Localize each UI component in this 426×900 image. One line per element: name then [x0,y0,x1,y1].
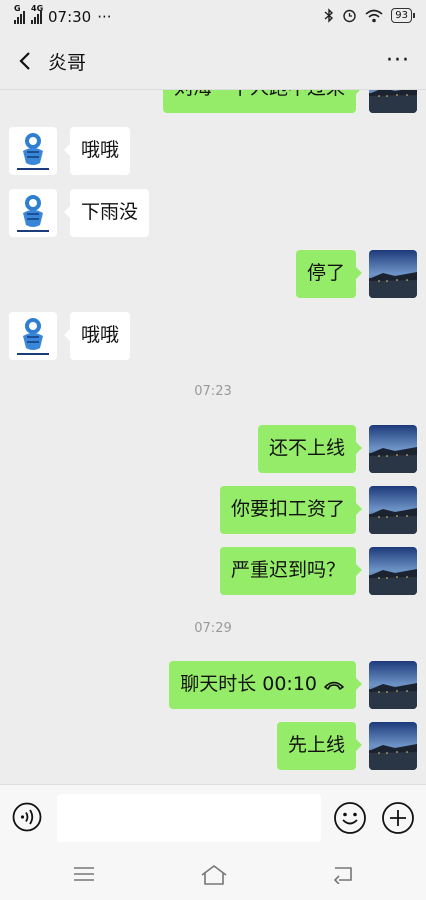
message-row: 严重迟到吗？ [0,547,426,595]
system-nav-bar [0,852,426,900]
signal-4g-icon: 4G [31,4,43,24]
battery-icon: 93 [391,8,415,23]
input-bar [0,784,426,853]
more-options-icon[interactable]: ··· [386,48,410,73]
voice-input-icon[interactable] [12,802,42,832]
message-bubble-sent[interactable]: 还不上线 [257,425,363,473]
self-avatar[interactable] [369,250,417,298]
message-bubble-received[interactable]: 哦哦 [63,312,131,360]
message-bubble-sent[interactable]: 你要扣工资了 [219,486,363,534]
page-title: 炎哥 [48,52,87,74]
call-duration-text: 聊天时长 00:10 [180,673,317,695]
message-row: 你要扣工资了 [0,486,426,534]
message-input[interactable] [57,794,321,842]
message-row: 聊天时长 00:10 [0,661,426,709]
chat-messages[interactable]: 刘海一下人跑不过来 哦哦 下雨没 停了 哦哦 07:23 还不上线 [0,90,426,784]
call-duration-bubble[interactable]: 聊天时长 00:10 [169,661,362,709]
message-bubble-received[interactable]: 哦哦 [63,127,131,175]
message-bubble-received[interactable]: 下雨没 [63,189,150,237]
contact-avatar[interactable] [9,127,57,175]
wifi-icon [365,9,383,22]
timestamp: 07:29 [194,621,232,636]
contact-avatar[interactable] [9,312,57,360]
signal-icon: G [14,4,25,24]
self-avatar[interactable] [369,722,417,770]
message-row: 哦哦 [0,127,426,175]
self-avatar[interactable] [369,425,417,473]
self-avatar[interactable] [369,547,417,595]
message-row: 先上线 [0,722,426,770]
timestamp: 07:23 [194,384,232,399]
message-bubble-sent[interactable]: 严重迟到吗？ [219,547,363,595]
home-icon[interactable] [200,864,228,886]
phone-hangup-icon [324,681,344,690]
chat-header: 炎哥 ··· [0,34,426,90]
message-bubble-sent[interactable]: 停了 [295,250,363,298]
emoji-icon[interactable] [333,801,367,835]
bluetooth-icon [324,8,334,23]
self-avatar[interactable] [369,486,417,534]
message-row: 停了 [0,250,426,298]
self-avatar[interactable] [369,90,417,113]
message-row: 刘海一下人跑不过来 [0,90,426,113]
status-time: 07:30 [48,8,92,26]
back-icon[interactable] [331,864,355,884]
menu-icon[interactable] [72,864,96,884]
message-row: 还不上线 [0,425,426,473]
message-bubble-sent[interactable]: 先上线 [276,722,363,770]
more-functions-icon[interactable] [381,801,415,835]
message-bubble-sent[interactable]: 刘海一下人跑不过来 [162,90,363,113]
back-arrow-icon[interactable] [14,49,38,73]
status-bar: G 4G 07:30 ··· 93 [0,0,426,34]
alarm-icon [343,9,356,23]
self-avatar[interactable] [369,661,417,709]
message-row: 哦哦 [0,312,426,360]
notification-more-icon: ··· [97,8,112,26]
contact-avatar[interactable] [9,189,57,237]
message-row: 下雨没 [0,189,426,237]
